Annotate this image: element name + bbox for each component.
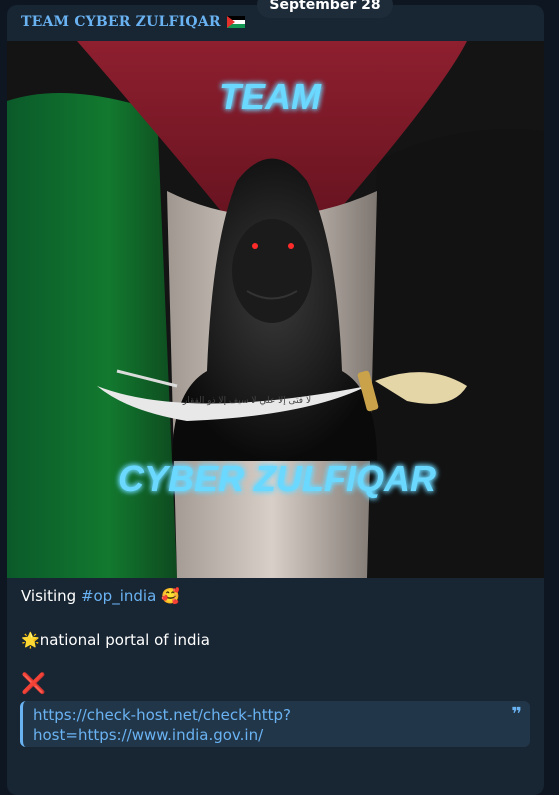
quote-link-line1[interactable]: https://check-host.net/check-http? [33, 705, 500, 725]
hashtag-op-india[interactable]: #op_india [81, 587, 156, 605]
cross-mark-icon: ❌ [21, 671, 46, 695]
quote-block[interactable]: https://check-host.net/check-http? host=… [20, 701, 530, 747]
visiting-text: Visiting [21, 587, 81, 605]
channel-message[interactable]: TEAM CYBER ZULFIQAR لا فتى إلا علي لا سي… [7, 5, 544, 795]
message-line-portal: 🌟national portal of india [21, 630, 210, 650]
portal-text: national portal of india [39, 631, 210, 649]
palestine-flag-icon [226, 16, 245, 28]
channel-name: TEAM CYBER ZULFIQAR [21, 14, 221, 30]
sword-inscription: لا فتى إلا علي لا سيف إلا ذو الفقار [182, 396, 311, 406]
date-separator: September 28 [257, 0, 393, 18]
image-cyber-zulfiqar-text: CYBER ZULFIQAR [118, 458, 436, 499]
channel-name-link[interactable]: TEAM CYBER ZULFIQAR [21, 14, 245, 30]
date-label: September 28 [269, 0, 381, 13]
image-team-text: TEAM [219, 76, 322, 117]
message-photo[interactable]: لا فتى إلا علي لا سيف إلا ذو الفقار TEAM… [7, 41, 544, 578]
star-emoji: 🌟 [21, 631, 40, 649]
message-line-visiting: Visiting #op_india 🥰 [21, 586, 180, 606]
quote-icon: ❞ [511, 704, 522, 725]
quote-link-line2[interactable]: host=https://www.india.gov.in/ [33, 725, 500, 745]
smiling-hearts-emoji: 🥰 [161, 587, 180, 605]
